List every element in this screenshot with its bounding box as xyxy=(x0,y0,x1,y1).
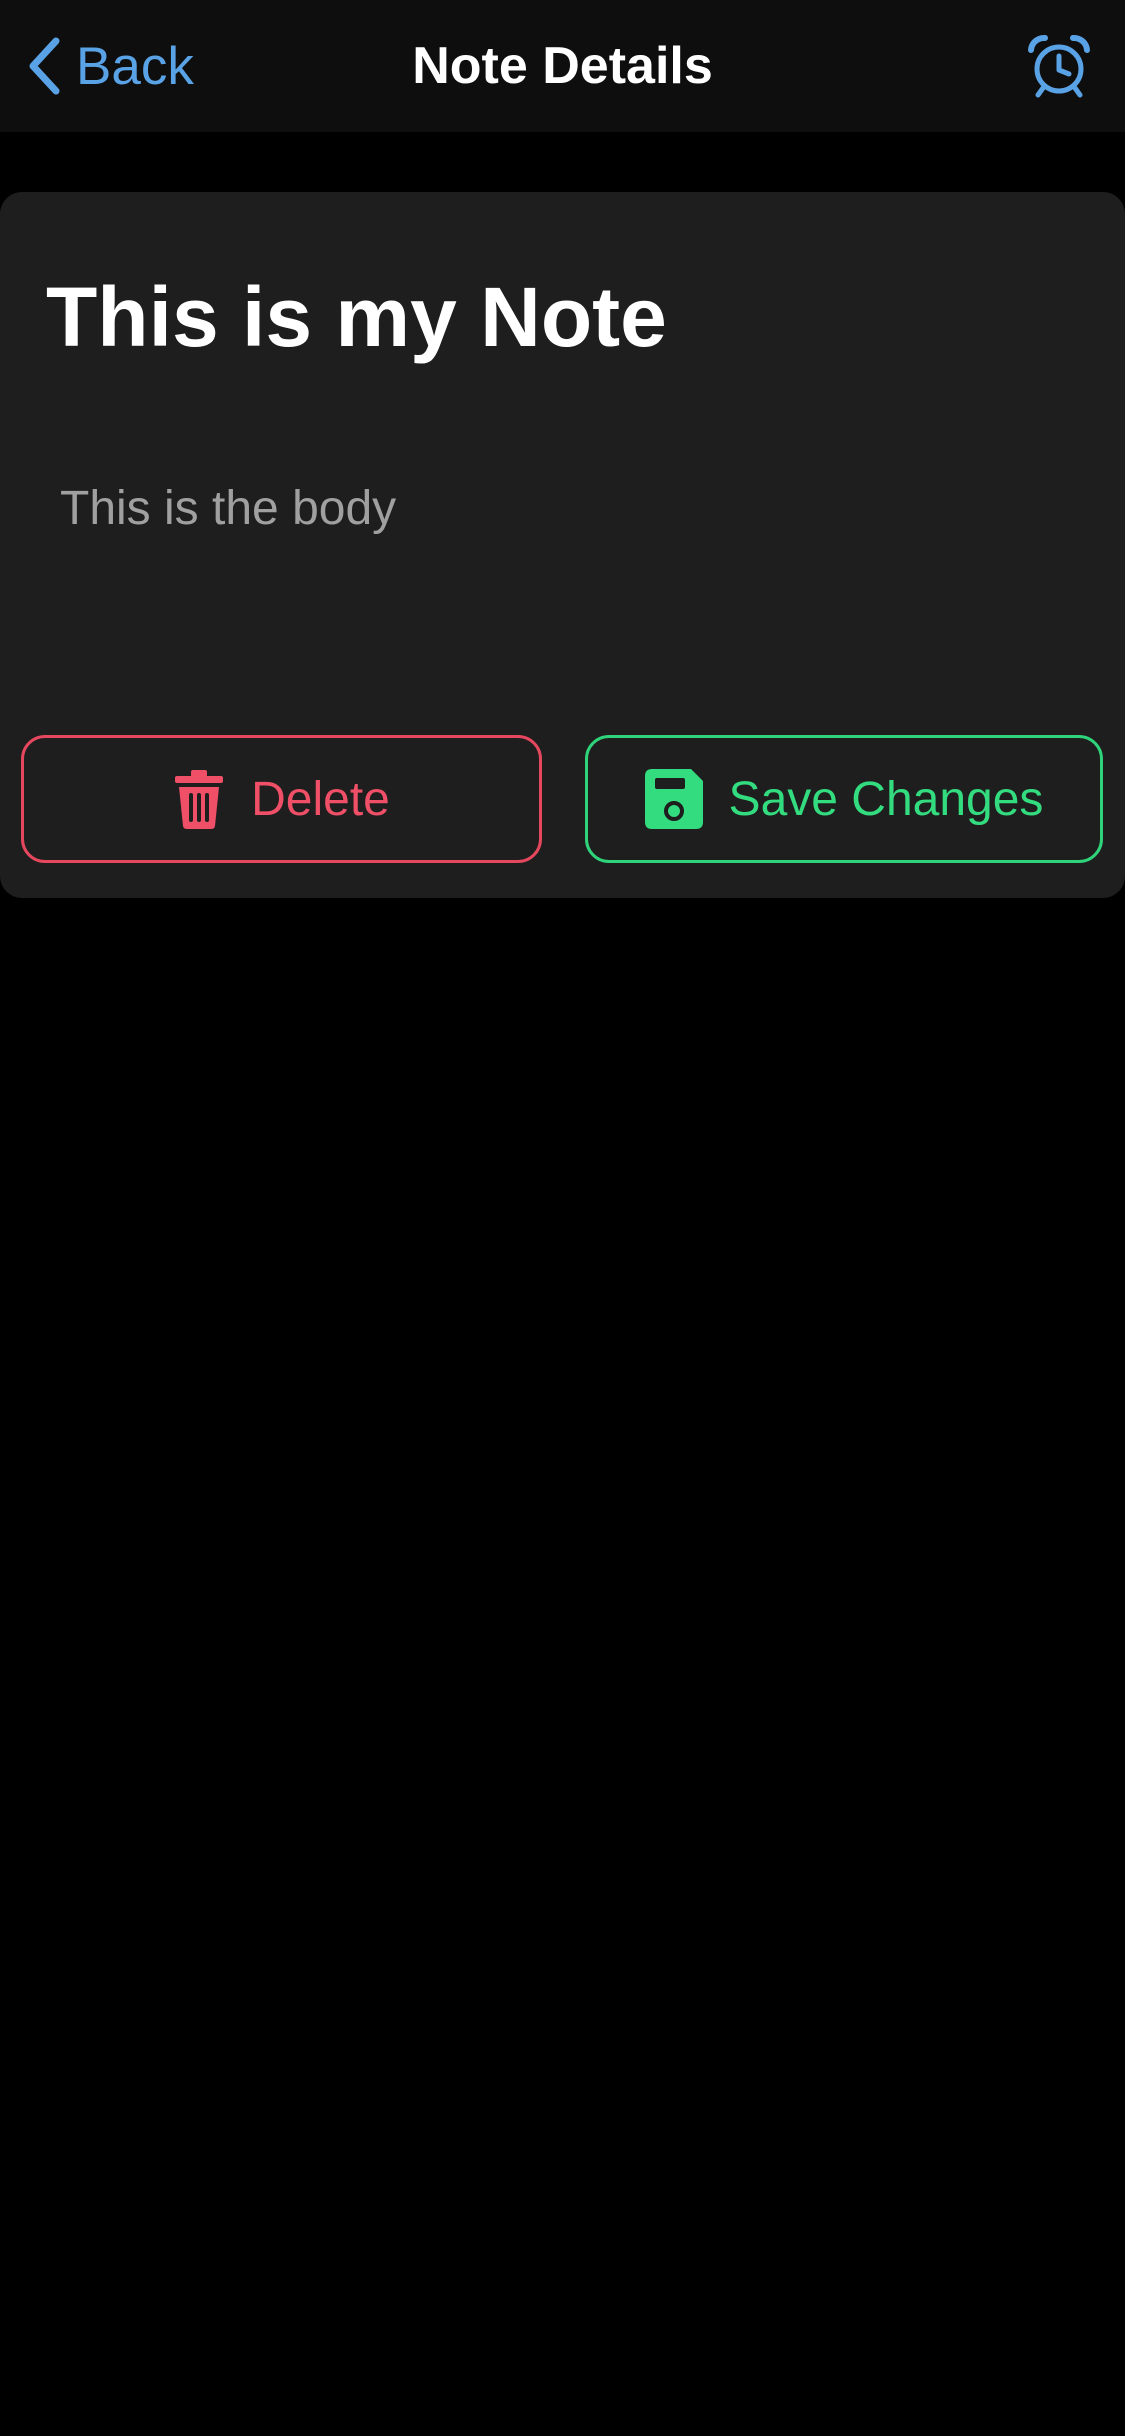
floppy-disk-icon xyxy=(644,769,703,829)
save-changes-label: Save Changes xyxy=(728,772,1044,826)
delete-label: Delete xyxy=(251,772,390,826)
back-button[interactable]: Back xyxy=(26,30,194,102)
navigation-header: Back Note Details xyxy=(0,0,1125,132)
alarm-clock-icon xyxy=(1027,35,1091,102)
note-title-input[interactable] xyxy=(46,262,1076,372)
delete-button[interactable]: Delete xyxy=(21,735,542,863)
chevron-left-icon xyxy=(26,35,62,97)
save-changes-button[interactable]: Save Changes xyxy=(585,735,1103,863)
trash-icon xyxy=(173,768,225,830)
alarm-button[interactable] xyxy=(1027,34,1091,98)
note-body-input[interactable]: This is the body xyxy=(60,474,1070,544)
note-card: This is the body Delete Save Changes xyxy=(0,192,1125,898)
back-label: Back xyxy=(76,36,194,96)
